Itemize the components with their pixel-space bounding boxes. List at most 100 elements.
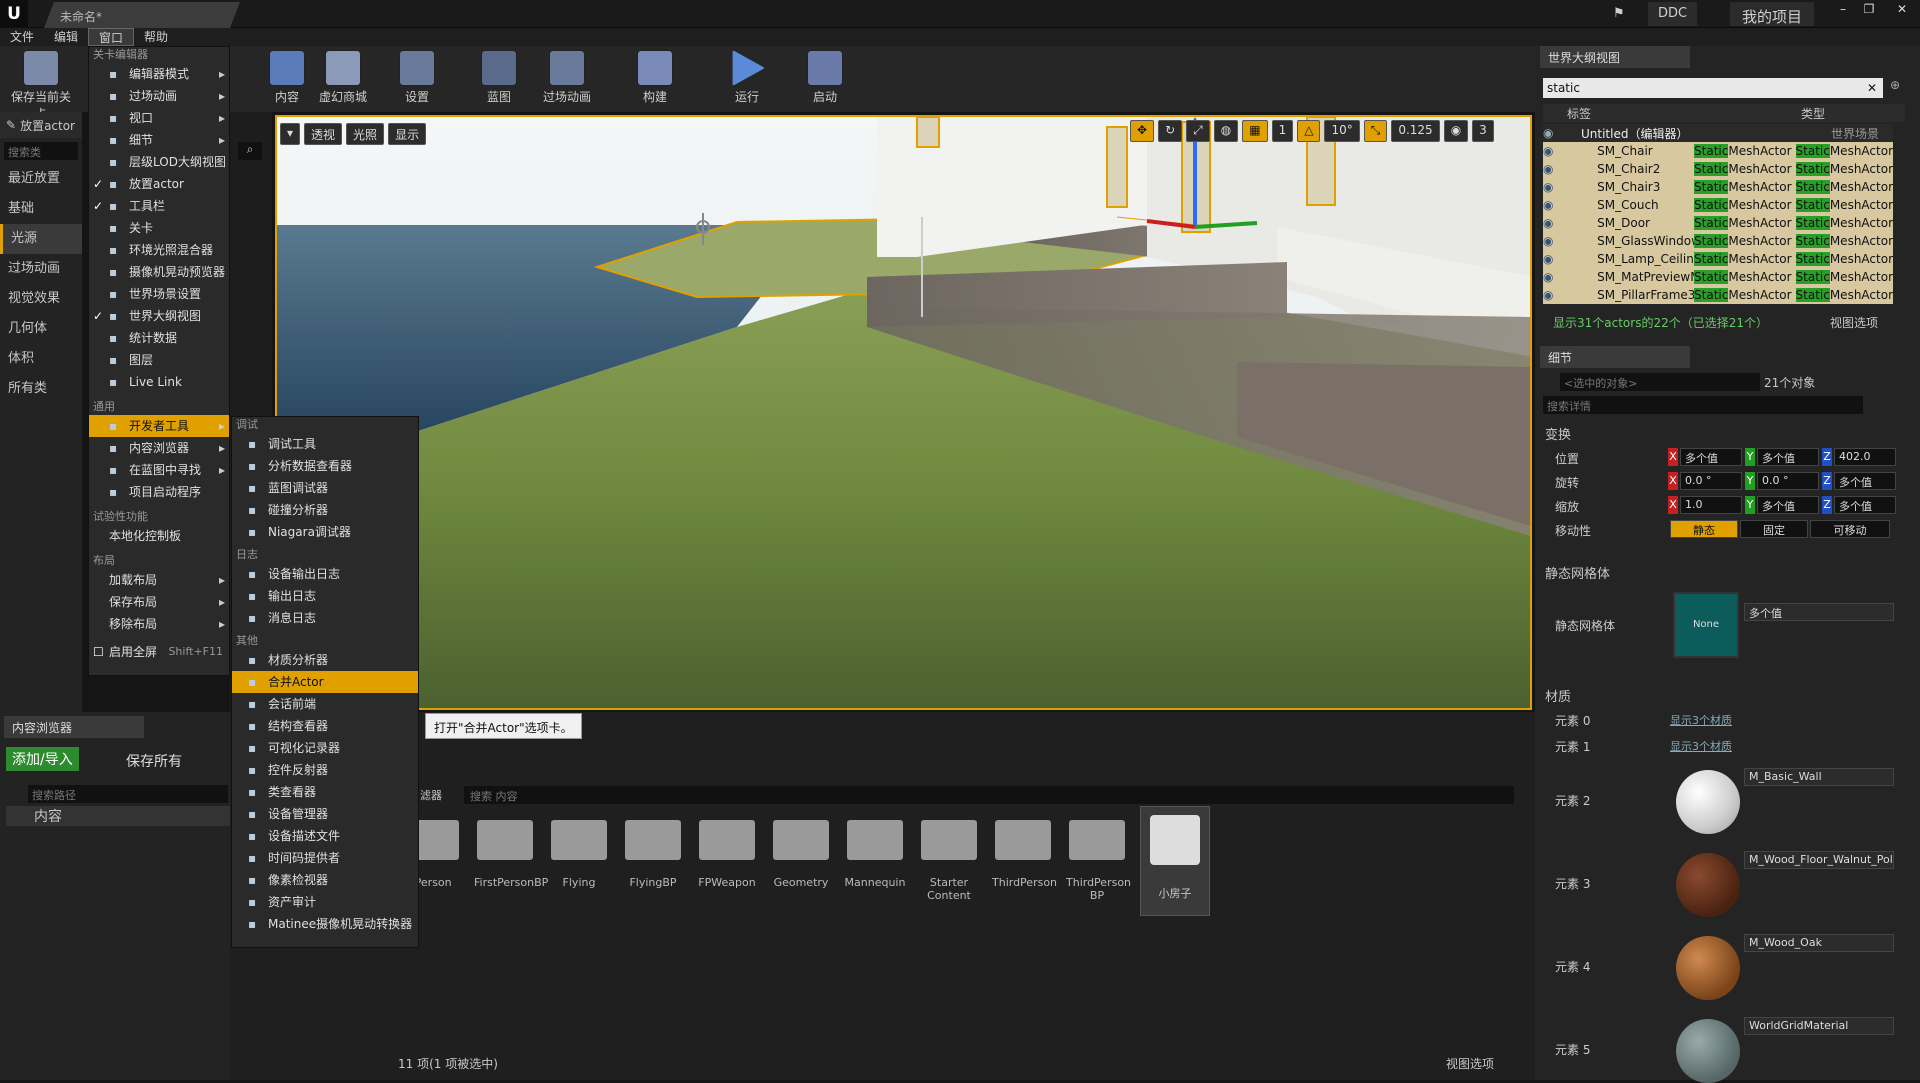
- filter-button[interactable]: 滤器: [420, 787, 442, 803]
- material-dropdown-element2[interactable]: M_Basic_Wall: [1744, 768, 1894, 786]
- element1-link[interactable]: 显示3个材质: [1670, 738, 1732, 754]
- materials-section[interactable]: 材质: [1545, 686, 1571, 705]
- marketplace-button[interactable]: 虚幻商城: [308, 50, 378, 110]
- other-menu-item[interactable]: ▪ 像素检视器: [232, 869, 418, 891]
- ddc-button[interactable]: DDC: [1648, 2, 1698, 26]
- scale-z-field[interactable]: 多个值: [1834, 496, 1896, 514]
- window-menu-item[interactable]: ▪ 统计数据: [89, 327, 229, 349]
- scale-snap-icon[interactable]: ⤡: [1363, 120, 1388, 142]
- grid-size-value[interactable]: 1: [1271, 120, 1294, 142]
- mode-all-classes[interactable]: 所有类: [0, 374, 82, 404]
- eye-icon[interactable]: ◉: [1543, 162, 1559, 176]
- mobility-movable-button[interactable]: 可移动: [1810, 520, 1890, 538]
- add-import-button[interactable]: 添加/导入: [6, 747, 79, 771]
- log-menu-item[interactable]: ▪ 设备输出日志: [232, 563, 418, 585]
- rotation-x-field[interactable]: 0.0 °: [1680, 472, 1742, 490]
- mesh-dropdown[interactable]: 多个值: [1744, 603, 1894, 621]
- scale-tool-icon[interactable]: ⤢: [1186, 120, 1210, 142]
- other-menu-item[interactable]: ▪ 控件反射器: [232, 759, 418, 781]
- other-menu-item[interactable]: ▪ 资产审计: [232, 891, 418, 913]
- source-control-icon[interactable]: ⚑: [1603, 2, 1625, 26]
- rotate-tool-icon[interactable]: ↻: [1158, 120, 1183, 142]
- class-search-input[interactable]: 搜索类: [4, 142, 78, 160]
- folder-item[interactable]: FirstPersonBP: [474, 820, 548, 889]
- asset-house[interactable]: 小房子: [1140, 806, 1210, 916]
- window-menu-item[interactable]: ▪ 关卡: [89, 217, 229, 239]
- folder-item[interactable]: FlyingBP: [622, 820, 684, 889]
- launch-button[interactable]: 启动: [790, 50, 860, 110]
- move-tool-icon[interactable]: ✥: [1130, 120, 1155, 142]
- transform-section[interactable]: 变换: [1545, 424, 1571, 443]
- mode-visual-effects[interactable]: 视觉效果: [0, 284, 82, 314]
- window-menu-item[interactable]: ▪ 层级LOD大纲视图: [89, 151, 229, 173]
- eye-icon[interactable]: ◉: [1543, 180, 1559, 194]
- eye-icon[interactable]: ◉: [1543, 252, 1559, 266]
- other-menu-item[interactable]: ▪ 类查看器: [232, 781, 418, 803]
- scale-y-field[interactable]: 多个值: [1757, 496, 1819, 514]
- window-menu-item[interactable]: ▪ 编辑器模式 ▸: [89, 63, 229, 85]
- general-menu-item[interactable]: ▪ 开发者工具 ▸: [89, 415, 229, 437]
- outliner-root-row[interactable]: ◉ Untitled（编辑器） 世界场景: [1543, 124, 1893, 142]
- save-current-level-button[interactable]: 保存当前关卡: [6, 50, 76, 121]
- window-menu-item[interactable]: ✓ ▪ 放置actor: [89, 173, 229, 195]
- content-view-options[interactable]: 视图选项: [1446, 1055, 1494, 1072]
- material-thumbnail-grid[interactable]: [1676, 1019, 1740, 1083]
- window-menu-item[interactable]: ▪ 图层: [89, 349, 229, 371]
- window-menu-item[interactable]: ✓ ▪ 工具栏: [89, 195, 229, 217]
- folder-item[interactable]: Mannequin: [844, 820, 906, 889]
- col-type-header[interactable]: 类型: [1801, 105, 1825, 122]
- material-dropdown-element4[interactable]: M_Wood_Oak: [1744, 934, 1894, 952]
- mobility-stationary-button[interactable]: 固定: [1740, 520, 1808, 538]
- project-button[interactable]: 我的项目: [1730, 2, 1814, 26]
- other-menu-item[interactable]: ▪ 可视化记录器: [232, 737, 418, 759]
- blueprint-button[interactable]: 蓝图: [464, 50, 534, 110]
- other-menu-item[interactable]: ▪ 材质分析器: [232, 649, 418, 671]
- camera-speed-icon[interactable]: ◉: [1443, 120, 1469, 142]
- mode-cinematic[interactable]: 过场动画: [0, 254, 82, 284]
- lit-button[interactable]: 光照: [346, 123, 385, 145]
- content-root-folder[interactable]: 内容: [6, 806, 230, 826]
- folder-item[interactable]: ThirdPerson: [992, 820, 1057, 889]
- col-label-header[interactable]: 标签: [1567, 105, 1591, 122]
- angle-snap-icon[interactable]: △: [1297, 120, 1321, 142]
- element0-link[interactable]: 显示3个材质: [1670, 712, 1732, 728]
- rotation-label[interactable]: 旋转: [1555, 474, 1579, 491]
- outliner-row[interactable]: ◉ SM_GlassWindow Static MeshActor Static Mesh…: [1543, 232, 1893, 250]
- tab-world-outliner[interactable]: 世界大纲视图: [1540, 46, 1690, 68]
- eye-icon[interactable]: ◉: [1543, 126, 1563, 140]
- outliner-row[interactable]: ◉ SM_Chair3 Static MeshActor Static MeshActor: [1543, 178, 1893, 196]
- tab-content-browser[interactable]: 内容浏览器: [4, 716, 144, 738]
- outliner-row[interactable]: ◉ SM_Door Static MeshActor Static MeshActor: [1543, 214, 1893, 232]
- outliner-view-options[interactable]: 视图选项: [1830, 314, 1878, 331]
- fullscreen-checkbox[interactable]: ☐: [93, 641, 104, 663]
- material-dropdown-element3[interactable]: M_Wood_Floor_Walnut_Polis: [1744, 851, 1894, 869]
- eye-icon[interactable]: ◉: [1543, 270, 1559, 284]
- add-filter-icon[interactable]: ⊕: [1890, 78, 1900, 92]
- scale-snap-value[interactable]: 0.125: [1391, 120, 1440, 142]
- eye-icon[interactable]: ◉: [1543, 198, 1559, 212]
- search-icon[interactable]: ⌕: [238, 142, 262, 160]
- outliner-row[interactable]: ◉ SM_MatPreviewM Static MeshActor Static Mesh…: [1543, 268, 1893, 286]
- localization-dashboard-item[interactable]: 本地化控制板: [89, 525, 229, 547]
- eye-icon[interactable]: ◉: [1543, 288, 1559, 302]
- rotation-z-field[interactable]: 多个值: [1834, 472, 1896, 490]
- layout-menu-item[interactable]: 保存布局 ▸: [89, 591, 229, 613]
- general-menu-item[interactable]: ▪ 在蓝图中寻找 ▸: [89, 459, 229, 481]
- angle-value[interactable]: 10°: [1324, 120, 1360, 142]
- other-menu-item[interactable]: ▪ 设备管理器: [232, 803, 418, 825]
- save-all-button[interactable]: 保存所有: [126, 751, 182, 771]
- content-search-input[interactable]: 搜索 内容: [464, 786, 1514, 804]
- document-tab[interactable]: 未命名*: [44, 2, 240, 28]
- folder-item[interactable]: Flying: [548, 820, 610, 889]
- layout-menu-item[interactable]: 加载布局 ▸: [89, 569, 229, 591]
- tab-details[interactable]: 细节: [1540, 346, 1690, 368]
- fullscreen-item[interactable]: ☐ 启用全屏 Shift+F11: [89, 641, 229, 663]
- mode-basic[interactable]: 基础: [0, 194, 82, 224]
- outliner-search-input[interactable]: static ✕: [1543, 78, 1883, 98]
- cinematics-button[interactable]: 过场动画: [532, 50, 602, 110]
- log-menu-item[interactable]: ▪ 消息日志: [232, 607, 418, 629]
- other-menu-item[interactable]: ▪ 会话前端: [232, 693, 418, 715]
- window-menu-item[interactable]: ▪ 过场动画 ▸: [89, 85, 229, 107]
- debug-menu-item[interactable]: ▪ 分析数据查看器: [232, 455, 418, 477]
- other-menu-item[interactable]: ▪ 设备描述文件: [232, 825, 418, 847]
